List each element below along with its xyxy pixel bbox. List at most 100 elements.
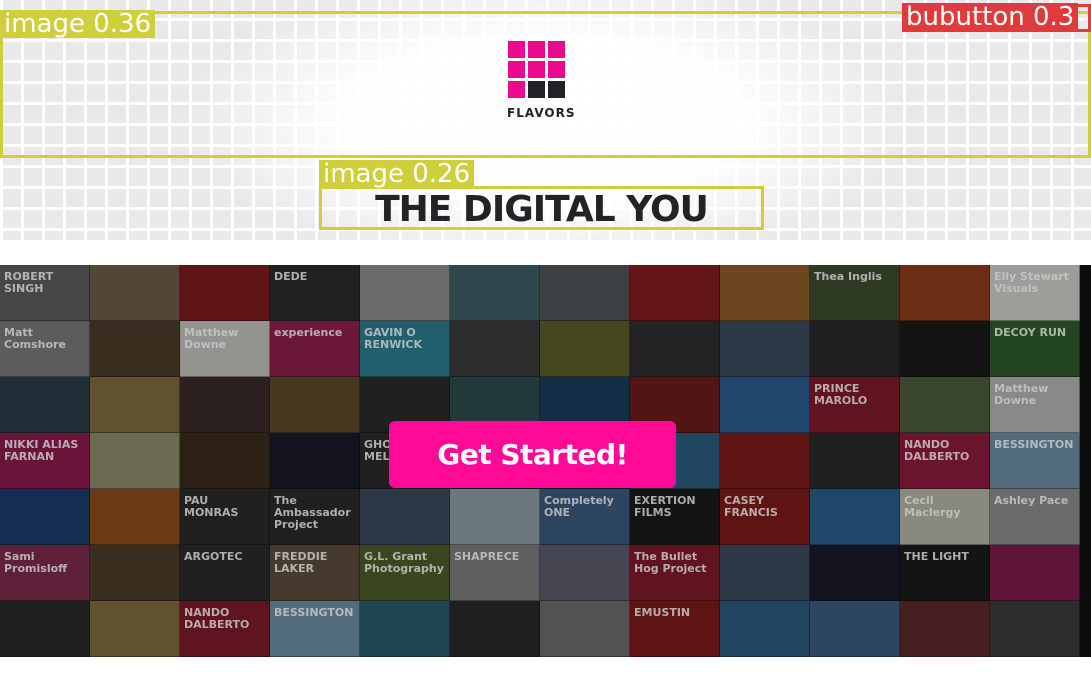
portfolio-tile: THE LIGHT xyxy=(900,545,990,601)
portfolio-tile-label: NIKKI ALIAS FARNAN xyxy=(4,438,79,463)
portfolio-tile: NANDO DALBERTO xyxy=(900,433,990,489)
portfolio-tile xyxy=(90,489,180,545)
portfolio-tile-label: GAVIN O RENWICK xyxy=(364,326,423,351)
portfolio-tile-label: EXERTION FILMS xyxy=(634,494,696,519)
portfolio-tile: DEDE xyxy=(270,265,360,321)
portfolio-tile xyxy=(90,433,180,489)
portfolio-tile xyxy=(180,265,270,321)
portfolio-tile-label: ARGOTEC xyxy=(184,550,243,563)
portfolio-tile xyxy=(720,545,810,601)
portfolio-tile xyxy=(450,601,540,657)
portfolio-tile-label: PRINCE MAROLO xyxy=(814,382,868,407)
portfolio-tile-label: FREDDIE LAKER xyxy=(274,550,328,575)
portfolio-tile: Matt Comshore xyxy=(0,321,90,377)
portfolio-tile-label: Matthew Downe xyxy=(994,382,1049,407)
portfolio-tile: The Ambassador Project xyxy=(270,489,360,545)
portfolio-tile xyxy=(180,377,270,433)
portfolio-tile-label: DECOY RUN xyxy=(994,326,1067,339)
portfolio-tile xyxy=(810,433,900,489)
portfolio-tile: DECOY RUN xyxy=(990,321,1080,377)
portfolio-tile xyxy=(90,377,180,433)
portfolio-tile: Cecil Maclergy xyxy=(900,489,990,545)
portfolio-tile-label: G.L. Grant Photography xyxy=(364,550,444,575)
portfolio-tile: ARGOTEC xyxy=(180,545,270,601)
portfolio-tile-label: DEDE xyxy=(274,270,308,283)
portfolio-tile: EMUSTIN xyxy=(630,601,720,657)
portfolio-tile: G.L. Grant Photography xyxy=(360,545,450,601)
portfolio-tile: SHAPRECE xyxy=(450,545,540,601)
portfolio-tile-label: Elly Stewart Visuals xyxy=(994,270,1069,295)
portfolio-tile: Thea Inglis xyxy=(810,265,900,321)
portfolio-tile: CASEY FRANCIS xyxy=(720,489,810,545)
portfolio-tile xyxy=(360,265,450,321)
portfolio-tile xyxy=(900,601,990,657)
portfolio-tile xyxy=(540,601,630,657)
overlay-tag-headline: image 0.26 xyxy=(319,160,475,188)
portfolio-tile: NANDO DALBERTO xyxy=(180,601,270,657)
portfolio-tile xyxy=(540,321,630,377)
portfolio-tile xyxy=(0,601,90,657)
portfolio-tile-label: NANDO DALBERTO xyxy=(184,606,250,631)
portfolio-tile-label: EMUSTIN xyxy=(634,606,691,619)
portfolio-tile-label: BESSINGTON xyxy=(274,606,354,619)
portfolio-tile: PRINCE MAROLO xyxy=(810,377,900,433)
portfolio-tile-label: BESSINGTON xyxy=(994,438,1074,451)
portfolio-tile xyxy=(270,377,360,433)
portfolio-tile xyxy=(540,265,630,321)
portfolio-tile: BESSINGTON xyxy=(990,433,1080,489)
portfolio-tile xyxy=(90,321,180,377)
portfolio-tile-label: Thea Inglis xyxy=(814,270,882,283)
portfolio-tile: Ashley Pace xyxy=(990,489,1080,545)
portfolio-tile xyxy=(720,377,810,433)
portfolio-tile: FREDDIE LAKER xyxy=(270,545,360,601)
portfolio-tile: Elly Stewart Visuals xyxy=(990,265,1080,321)
portfolio-tile-label: Completely ONE xyxy=(544,494,614,519)
portfolio-tile-label: CASEY FRANCIS xyxy=(724,494,778,519)
portfolio-tile xyxy=(720,433,810,489)
portfolio-tile xyxy=(90,545,180,601)
portfolio-tile xyxy=(540,545,630,601)
portfolio-tile xyxy=(900,265,990,321)
overlay-tag-header: image 0.36 xyxy=(0,10,156,38)
portfolio-tile-label: Sami Promisloff xyxy=(4,550,68,575)
portfolio-tile-label: PAU MONRAS xyxy=(184,494,239,519)
portfolio-tile xyxy=(630,265,720,321)
portfolio-tile-label: Matt Comshore xyxy=(4,326,66,351)
portfolio-tile xyxy=(180,433,270,489)
portfolio-tile xyxy=(630,321,720,377)
overlay-box-header xyxy=(0,11,1091,158)
portfolio-tile xyxy=(720,321,810,377)
portfolio-tile xyxy=(90,601,180,657)
portfolio-tile xyxy=(0,489,90,545)
portfolio-tile: experience xyxy=(270,321,360,377)
overlay-box-headline xyxy=(319,186,764,230)
portfolio-tile xyxy=(810,545,900,601)
portfolio-tile-label: SHAPRECE xyxy=(454,550,520,563)
portfolio-tile-label: Cecil Maclergy xyxy=(904,494,961,519)
portfolio-tile: Matthew Downe xyxy=(990,377,1080,433)
portfolio-tile xyxy=(450,265,540,321)
portfolio-tile xyxy=(900,321,990,377)
portfolio-tile-label: THE LIGHT xyxy=(904,550,969,563)
portfolio-tile-label: experience xyxy=(274,326,343,339)
portfolio-tile xyxy=(810,321,900,377)
portfolio-tile xyxy=(270,433,360,489)
portfolio-tile: BESSINGTON xyxy=(270,601,360,657)
get-started-button[interactable]: Get Started! xyxy=(389,421,676,488)
portfolio-tile-label: NANDO DALBERTO xyxy=(904,438,970,463)
portfolio-tile: GAVIN O RENWICK xyxy=(360,321,450,377)
portfolio-tile: NIKKI ALIAS FARNAN xyxy=(0,433,90,489)
portfolio-tile: Completely ONE xyxy=(540,489,630,545)
portfolio-tile xyxy=(810,489,900,545)
portfolio-tile-label: ROBERT SINGH xyxy=(4,270,54,295)
portfolio-tile-label: The Ambassador Project xyxy=(274,494,351,531)
portfolio-tile: Sami Promisloff xyxy=(0,545,90,601)
portfolio-tile xyxy=(810,601,900,657)
portfolio-tile xyxy=(360,601,450,657)
portfolio-tile: PAU MONRAS xyxy=(180,489,270,545)
portfolio-tile xyxy=(360,489,450,545)
portfolio-tile xyxy=(990,545,1080,601)
portfolio-tile: The Bullet Hog Project xyxy=(630,545,720,601)
portfolio-tile xyxy=(90,265,180,321)
portfolio-tile xyxy=(450,489,540,545)
